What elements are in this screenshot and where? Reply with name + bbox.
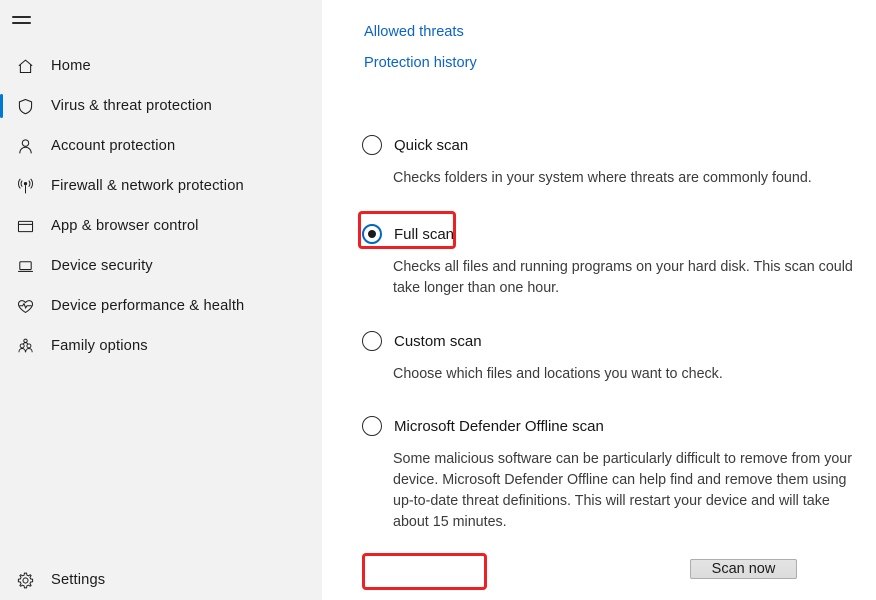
quick-scan-radio[interactable] [362,135,382,155]
custom-scan-description: Choose which files and locations you wan… [393,366,723,382]
sidebar-item-app-browser-control[interactable]: App & browser control [0,206,322,246]
full-scan-radio-row[interactable]: Full scan [356,215,462,253]
scan-option-custom-scan: Custom scan Choose which files and locat… [356,322,866,385]
sidebar-item-settings[interactable]: Settings [0,560,322,600]
scan-option-defender-offline-scan: Microsoft Defender Offline scan Some mal… [356,407,866,533]
selection-indicator [0,294,3,318]
defender-offline-scan-description: Some malicious software can be particula… [393,451,853,530]
selection-indicator [0,134,3,158]
shield-icon [12,93,38,119]
sidebar-item-device-performance-health[interactable]: Device performance & health [0,286,322,326]
sidebar-item-virus-threat-protection[interactable]: Virus & threat protection [0,86,322,126]
full-scan-description: Checks all files and running programs on… [393,259,853,296]
scan-option-quick-scan: Quick scan Checks folders in your system… [356,126,866,189]
custom-scan-radio[interactable] [362,331,382,351]
sidebar-item-firewall-network-protection[interactable]: Firewall & network protection [0,166,322,206]
selection-indicator [0,54,3,78]
selection-indicator [0,214,3,238]
custom-scan-radio-row[interactable]: Custom scan [356,322,490,360]
allowed-threats-link[interactable]: Allowed threats [364,20,464,44]
home-icon [12,53,38,79]
laptop-icon [12,253,38,279]
custom-scan-label: Custom scan [394,332,482,350]
scan-options-group: Quick scan Checks folders in your system… [356,126,866,533]
main-content: Allowed threats Protection history Quick… [322,0,876,600]
quick-scan-radio-row[interactable]: Quick scan [356,126,476,164]
hamburger-bar [12,16,31,18]
sidebar-item-label: App & browser control [51,218,199,234]
sidebar-item-family-options[interactable]: Family options [0,326,322,366]
hamburger-bar [12,22,31,24]
sidebar-item-label: Home [51,58,91,74]
selection-indicator [0,94,3,118]
full-scan-label: Full scan [394,225,455,243]
scan-option-full-scan: Full scan Checks all files and running p… [356,215,866,299]
protection-history-link[interactable]: Protection history [364,51,477,75]
selection-indicator [0,174,3,198]
sidebar-item-label: Device security [51,258,153,274]
sidebar-item-label: Virus & threat protection [51,98,212,114]
sidebar-nav: Home Virus & threat protection Account p… [0,46,322,366]
sidebar-item-label: Account protection [51,138,176,154]
sidebar-item-account-protection[interactable]: Account protection [0,126,322,166]
people-icon [12,333,38,359]
sidebar-item-label: Firewall & network protection [51,178,244,194]
selection-indicator [0,254,3,278]
defender-offline-scan-radio-row[interactable]: Microsoft Defender Offline scan [356,407,612,445]
defender-offline-scan-radio[interactable] [362,416,382,436]
hamburger-icon[interactable] [12,8,36,32]
sidebar-item-label: Settings [51,572,106,588]
quick-links: Allowed threats Protection history [364,20,477,82]
quick-scan-label: Quick scan [394,136,469,154]
selection-indicator [0,334,3,358]
sidebar-item-label: Device performance & health [51,298,245,314]
defender-offline-scan-label: Microsoft Defender Offline scan [394,417,604,435]
sidebar-item-home[interactable]: Home [0,46,322,86]
gear-icon [12,567,38,593]
quick-scan-description: Checks folders in your system where thre… [393,170,812,186]
broadcast-icon [12,173,38,199]
windows-security-window: Home Virus & threat protection Account p… [0,0,876,600]
sidebar-item-device-security[interactable]: Device security [0,246,322,286]
heart-pulse-icon [12,293,38,319]
scan-now-button[interactable]: Scan now [690,559,797,579]
window-icon [12,213,38,239]
person-icon [12,133,38,159]
full-scan-radio[interactable] [362,224,382,244]
sidebar: Home Virus & threat protection Account p… [0,0,322,600]
sidebar-item-label: Family options [51,338,148,354]
